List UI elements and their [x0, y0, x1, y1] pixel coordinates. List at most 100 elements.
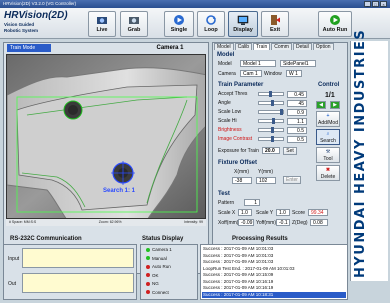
grab-button[interactable]: Grab [120, 11, 148, 37]
window-select[interactable]: W 1 [286, 70, 302, 77]
title-bar: HRVision(2D) V3.2.0 (VG Controller) _ □ … [0, 0, 390, 8]
result-row[interactable]: Success : 2017-01-09 AM 10:15:09 [202, 272, 346, 278]
tab-detail[interactable]: Detail [292, 43, 312, 50]
status-led-icon [146, 273, 150, 278]
tool-label: Tool [323, 156, 333, 162]
fixture-enter-button[interactable]: Enter [283, 176, 301, 184]
param-value[interactable]: 0.5 [287, 136, 307, 143]
param-slider[interactable] [258, 109, 284, 115]
param-slider[interactable] [258, 118, 284, 124]
loop-button[interactable]: Loop [197, 11, 225, 37]
slider-thumb[interactable] [279, 109, 283, 115]
test-section-title: Test [218, 191, 230, 197]
delete-label: Delete [320, 174, 336, 180]
param-value[interactable]: 45 [287, 100, 307, 107]
tool-icon: ⚒ [325, 149, 331, 155]
result-row[interactable]: Success : 2017-01-09 AM 10:01:03 [202, 253, 346, 259]
minimize-button[interactable]: _ [364, 1, 371, 7]
slider-thumb[interactable] [271, 118, 275, 124]
status-led-icon [146, 247, 150, 252]
add-icon: + [326, 113, 330, 119]
param-slider[interactable] [258, 91, 284, 97]
tab-calib[interactable]: Calib [234, 43, 253, 50]
delete-button[interactable]: ✖ Delete [316, 165, 340, 181]
model-select[interactable]: Model 1 [240, 60, 276, 67]
display-button[interactable]: Display [228, 11, 258, 37]
result-row[interactable]: Success : 2017-01-09 AM 10:01:03 [202, 259, 346, 265]
fixture-y-value[interactable]: 102 [256, 177, 276, 184]
brand-logo-text: HYUNDAI HEAVY INDUSTRIES [353, 28, 368, 278]
maximize-button[interactable]: □ [372, 1, 379, 7]
tab-option[interactable]: Option [312, 43, 334, 50]
side-select[interactable]: SidePanel1 [280, 60, 316, 67]
status-label: OK [152, 272, 159, 278]
param-slider[interactable] [258, 127, 284, 133]
fixture-x-label: X(mm) [234, 169, 249, 175]
image-viewer[interactable]: Search 1: 1 [6, 54, 206, 219]
yoff-label: Yoff(mm) [256, 220, 277, 226]
slider-thumb[interactable] [270, 127, 274, 133]
status-led-icon [146, 256, 150, 261]
score-label: Score [292, 210, 306, 216]
slider-thumb[interactable] [270, 100, 274, 106]
auto-run-label: Auto Run [322, 27, 348, 33]
param-label: Accept Thres [218, 91, 248, 97]
param-value[interactable]: 0.45 [287, 91, 307, 98]
intensity-status: Intensity: 99 [184, 220, 203, 224]
result-row[interactable]: Success : 2017-01-09 AM 10:18:31 [202, 291, 346, 298]
slider-thumb[interactable] [270, 136, 274, 142]
monitor-icon [237, 15, 249, 25]
input-textbox[interactable] [22, 248, 134, 268]
comm-title: RS-232C Communication [10, 236, 82, 242]
status-label: Auto Run [152, 264, 171, 269]
model-label: Model [218, 61, 232, 67]
result-row[interactable]: Success : 2017-01-09 AM 10:01:03 [202, 246, 346, 252]
set-exposure-button[interactable]: Set [283, 147, 297, 155]
status-indicator: Camera 1 [146, 247, 172, 252]
results-title: Processing Results [232, 236, 288, 242]
result-row[interactable]: Success : 2017-01-09 AM 10:16:19 [202, 279, 346, 285]
prev-pattern-button[interactable]: ◀ [316, 101, 326, 109]
delete-icon: ✖ [325, 167, 331, 173]
slider-thumb[interactable] [269, 91, 273, 97]
pattern-value: 1 [244, 199, 260, 206]
status-label: Connect [152, 289, 169, 295]
exit-door-icon [271, 15, 280, 25]
param-value[interactable]: 0.5 [287, 127, 307, 134]
next-pattern-button[interactable]: ▶ [330, 101, 340, 109]
exposure-input[interactable]: 20.0 [262, 147, 280, 154]
output-textbox[interactable] [22, 273, 134, 293]
camera-image[interactable]: Search 1: 1 [7, 55, 206, 219]
param-slider[interactable] [258, 136, 284, 142]
grab-label: Grab [127, 27, 141, 33]
scaley-label: Scale Y [256, 210, 274, 216]
single-button[interactable]: Single [164, 11, 194, 37]
status-indicator: Manual [146, 256, 167, 261]
live-button[interactable]: Live [88, 11, 116, 37]
close-button[interactable]: × [380, 1, 387, 7]
add-modify-button[interactable]: + Add/Mod [316, 111, 340, 127]
scaley-value: 1.0 [276, 209, 290, 216]
tab-train[interactable]: Train [253, 43, 271, 50]
tab-model[interactable]: Model [214, 43, 234, 50]
window-field-label: Window [264, 71, 282, 77]
result-row[interactable]: LoopRun Test End. : 2017-01-09 AM 10:01:… [202, 266, 346, 272]
camera-select[interactable]: Cam 1 [240, 70, 262, 77]
fixture-x-value[interactable]: -38 [232, 177, 252, 184]
score-value: 99.34 [308, 209, 328, 216]
tab-comm[interactable]: Comm [271, 43, 292, 50]
exit-button[interactable]: Exit [261, 11, 289, 37]
auto-run-icon [330, 15, 340, 25]
zdeg-value: 0.08 [310, 219, 328, 226]
fixture-section-title: Fixture Offset [218, 160, 258, 166]
param-value[interactable]: 0.9 [287, 109, 307, 116]
tool-button[interactable]: ⚒ Tool [316, 147, 340, 163]
search-button[interactable]: ⌕ Search [316, 129, 340, 145]
image-status-bar: # Space: MM:S:S Zoom: 62.96% Intensity: … [6, 219, 206, 226]
status-label: Manual [152, 255, 167, 261]
param-value[interactable]: 1.1 [287, 118, 307, 125]
auto-run-button[interactable]: Auto Run [318, 11, 352, 37]
param-slider[interactable] [258, 100, 284, 106]
result-row[interactable]: Success : 2017-01-09 AM 10:16:19 [202, 285, 346, 291]
grab-camera-icon [129, 17, 139, 24]
